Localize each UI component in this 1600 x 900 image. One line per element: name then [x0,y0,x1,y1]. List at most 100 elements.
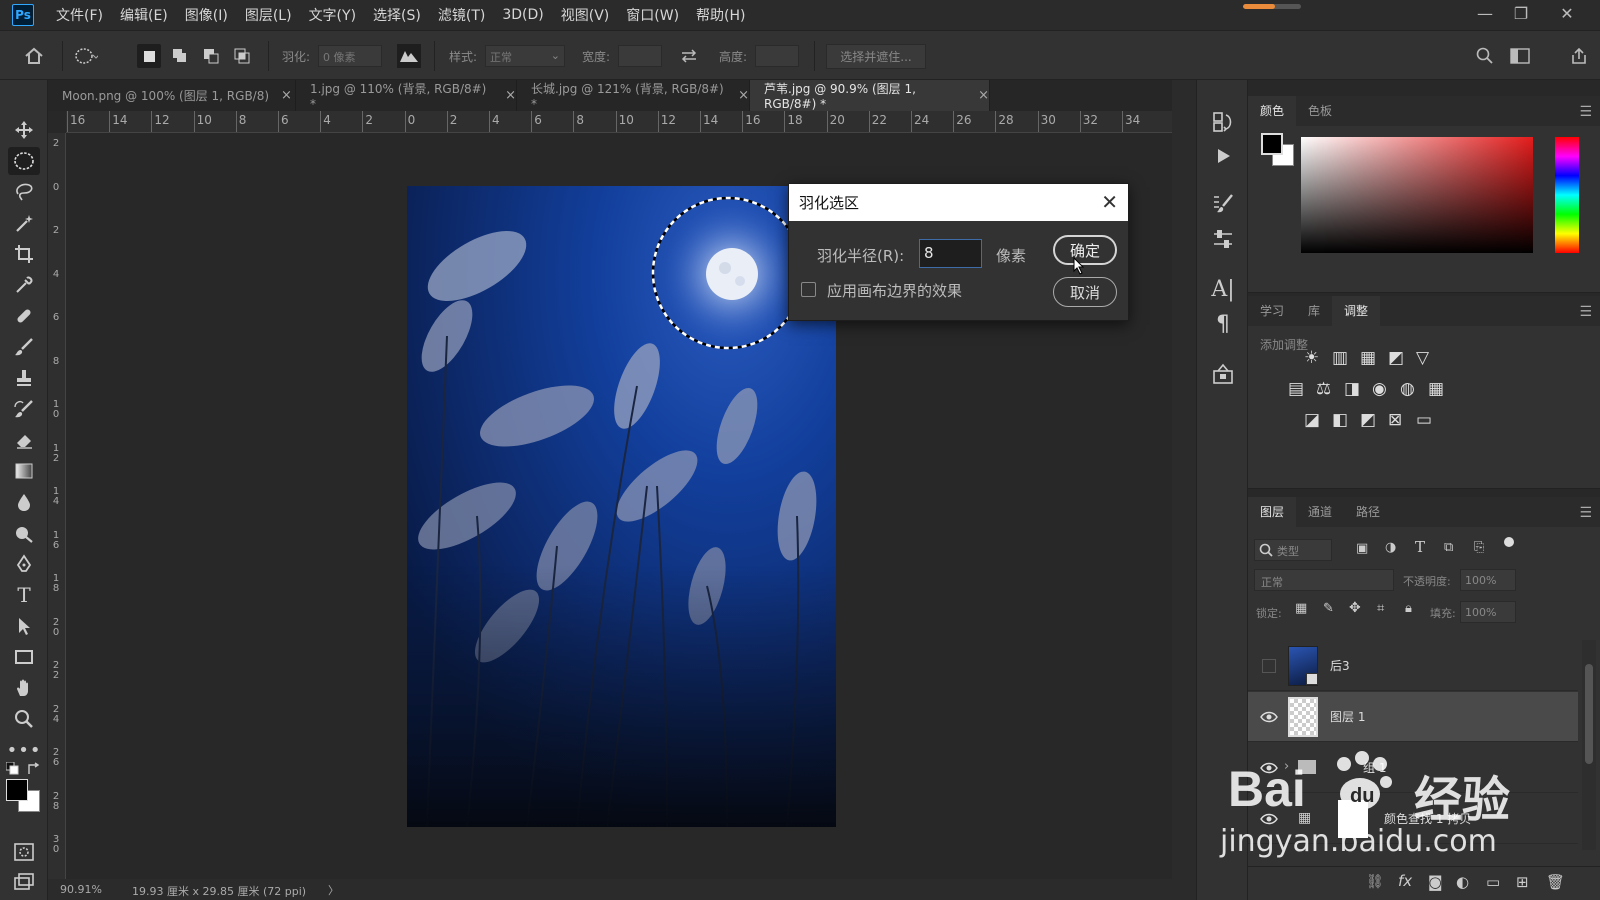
brush-tool-icon[interactable] [8,333,40,361]
close-tab-icon[interactable]: × [738,88,749,103]
width-input[interactable] [618,45,662,67]
link-layers-icon[interactable]: ⛓︎ [1366,874,1384,890]
search-icon[interactable] [1473,44,1497,68]
ok-button[interactable]: 确定 [1053,235,1117,265]
add-selection-icon[interactable] [168,44,192,68]
new-layer-icon[interactable]: ⊞ [1516,873,1529,891]
opacity-input[interactable]: 100% [1460,569,1516,591]
layer-name[interactable]: 图层 1 [1330,708,1365,725]
invert-icon[interactable]: ◪ [1304,410,1320,430]
healing-brush-tool-icon[interactable] [8,302,40,330]
filter-type-icon[interactable]: T [1415,538,1425,556]
height-input[interactable] [755,45,799,67]
tab-libraries[interactable]: 库 [1296,296,1332,326]
magic-wand-tool-icon[interactable] [8,209,40,237]
add-mask-icon[interactable]: ◙ [1428,873,1443,891]
status-menu-arrow[interactable]: 〉 [328,882,339,898]
tab-1-jpg[interactable]: 1.jpg @ 110% (背景, RGB/8#) * × [296,80,517,111]
blur-tool-icon[interactable] [8,488,40,516]
layer-filter-select[interactable]: 类型 [1254,539,1332,561]
share-icon[interactable] [1567,44,1591,68]
menu-view[interactable]: 视图(V) [561,3,610,27]
lock-transparency-icon[interactable]: ▦ [1295,601,1307,616]
menu-help[interactable]: 帮助(H) [696,3,745,27]
feather-input[interactable]: 0 像素 [318,45,382,67]
gradient-map-icon[interactable]: ▭ [1416,410,1432,430]
color-balance-icon[interactable]: ⚖ [1316,379,1331,399]
menu-image[interactable]: 图像(I) [185,3,228,27]
foreground-color-swatch[interactable] [6,779,28,801]
layer-row[interactable]: 后3 [1248,641,1578,691]
crop-tool-icon[interactable] [8,240,40,268]
swap-colors-icon[interactable] [27,762,41,780]
exposure-icon[interactable]: ◩ [1388,348,1404,368]
menu-edit[interactable]: 编辑(E) [120,3,168,27]
history-brush-tool-icon[interactable] [8,395,40,423]
restore-button[interactable]: ❐ [1504,2,1538,26]
menu-3d[interactable]: 3D(D) [502,5,543,25]
lasso-tool-icon[interactable] [8,178,40,206]
feather-radius-input[interactable]: 8 [919,239,982,268]
selective-color-icon[interactable]: ⊠ [1388,410,1402,430]
apply-canvas-bounds-checkbox[interactable] [801,282,816,297]
menu-layer[interactable]: 图层(L) [245,3,292,27]
layer-name[interactable]: 后3 [1330,657,1350,674]
minimize-button[interactable]: — [1468,2,1502,26]
delete-layer-icon[interactable]: 🗑︎ [1546,873,1565,891]
hue-saturation-icon[interactable]: ▤ [1288,379,1304,399]
history-panel-icon[interactable] [1209,108,1237,136]
curves-icon[interactable]: ▦ [1360,348,1376,368]
photoshop-logo-icon[interactable]: Ps [12,4,34,26]
close-tab-icon[interactable]: × [281,88,292,103]
brush-settings-icon[interactable] [1209,190,1237,218]
hand-tool-icon[interactable] [8,674,40,702]
paragraph-panel-icon[interactable]: ¶ [1209,310,1237,338]
default-colors-icon[interactable] [5,761,20,780]
panel-menu-icon[interactable]: ☰ [1579,304,1592,320]
levels-icon[interactable]: ▥ [1332,348,1348,368]
panel-menu-icon[interactable]: ☰ [1579,104,1592,120]
eye-icon[interactable] [1260,708,1278,726]
fill-input[interactable]: 100% [1460,601,1516,623]
filter-toggle-icon[interactable] [1504,537,1514,547]
new-selection-icon[interactable] [137,44,161,68]
fx-icon[interactable]: fx [1398,872,1412,890]
workspace-icon[interactable] [1508,44,1532,68]
anti-alias-icon[interactable] [397,44,421,68]
filter-pixel-icon[interactable]: ▣ [1356,541,1368,556]
menu-type[interactable]: 文字(Y) [309,3,356,27]
document-canvas-image[interactable] [407,186,836,827]
brightness-icon[interactable]: ☀ [1304,348,1319,368]
home-icon[interactable] [22,44,46,68]
lock-pixels-icon[interactable]: ✎ [1323,601,1334,616]
type-tool-icon[interactable]: T [8,581,40,609]
vibrance-icon[interactable]: ▽ [1416,348,1429,368]
adjustment-sliders-icon[interactable] [1209,225,1237,253]
select-and-mask-button[interactable]: 选择并遮住... [826,44,926,69]
tab-color[interactable]: 颜色 [1248,96,1297,126]
channel-mixer-icon[interactable]: ◍ [1400,379,1415,399]
dodge-tool-icon[interactable] [8,519,40,547]
tab-swatches[interactable]: 色板 [1296,96,1344,126]
elliptical-marquee-preset-icon[interactable] [74,44,98,68]
screen-mode-icon[interactable] [8,868,40,896]
hue-slider[interactable] [1555,137,1579,253]
visibility-toggle-empty[interactable] [1262,659,1276,673]
tab-channels[interactable]: 通道 [1296,497,1344,527]
subtract-selection-icon[interactable] [199,44,223,68]
posterize-icon[interactable]: ◧ [1332,410,1348,430]
gradient-tool-icon[interactable] [8,457,40,485]
close-tab-icon[interactable]: × [978,88,989,103]
tab-learn[interactable]: 学习 [1248,296,1296,326]
filter-shape-icon[interactable]: ⧉ [1444,540,1453,555]
scrollbar-thumb[interactable] [1585,664,1593,764]
layers-scrollbar[interactable] [1582,640,1596,850]
tab-paths[interactable]: 路径 [1344,497,1392,527]
color-field[interactable] [1301,137,1533,253]
elliptical-marquee-tool-icon[interactable] [8,147,40,175]
lock-artboard-icon[interactable]: ⌗ [1377,601,1384,616]
new-adjustment-icon[interactable]: ◐ [1456,873,1469,891]
black-white-icon[interactable]: ◨ [1344,379,1360,399]
tab-changcheng[interactable]: 长城.jpg @ 121% (背景, RGB/8#) * × [517,80,750,111]
move-tool-icon[interactable] [8,116,40,144]
